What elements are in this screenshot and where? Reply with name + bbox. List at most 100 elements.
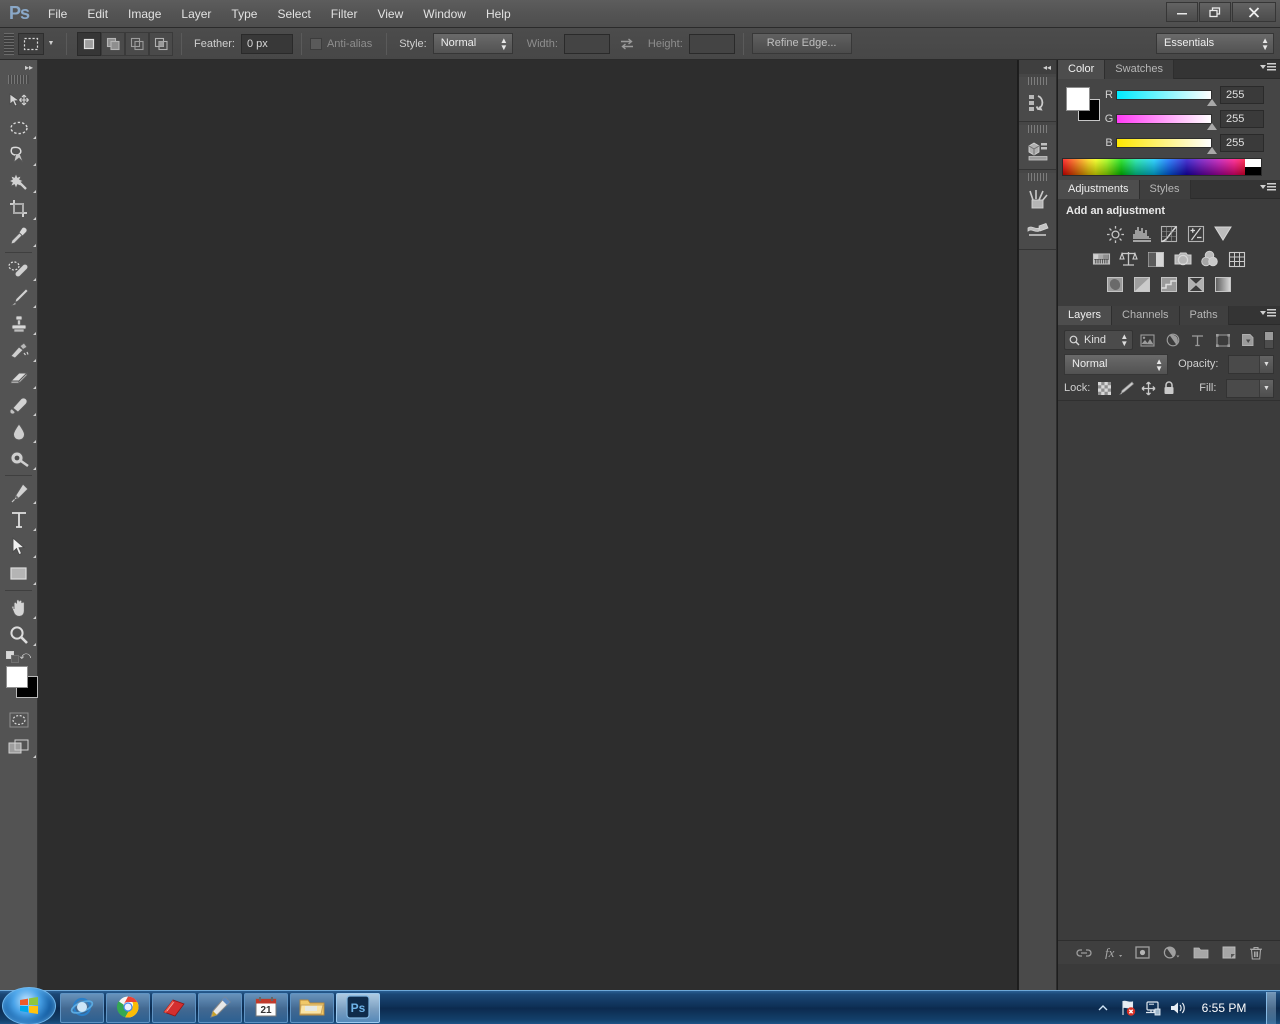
threshold-icon[interactable] (1157, 273, 1181, 295)
path-selection-tool[interactable] (0, 533, 38, 560)
taskbar-clock[interactable]: 6:55 PM (1195, 1001, 1253, 1015)
green-channel-slider[interactable] (1116, 114, 1217, 130)
tools-collapse-button[interactable]: ▸▸ (0, 60, 37, 74)
delete-layer-icon[interactable] (1249, 946, 1263, 960)
dock-grip-1[interactable] (1028, 77, 1047, 85)
tab-paths[interactable]: Paths (1179, 306, 1229, 325)
width-input[interactable] (563, 33, 610, 54)
tab-styles[interactable]: Styles (1139, 180, 1191, 199)
history-panel-icon[interactable] (1019, 87, 1057, 119)
filter-shape-layers-icon[interactable] (1212, 330, 1233, 350)
blue-channel-value[interactable]: 255 (1220, 134, 1264, 152)
filter-smart-object-layers-icon[interactable] (1237, 330, 1258, 350)
layers-panel-menu-icon[interactable] (1260, 309, 1276, 317)
link-layers-icon[interactable] (1075, 947, 1092, 959)
menu-edit[interactable]: Edit (77, 0, 118, 28)
menu-file[interactable]: File (38, 0, 77, 28)
menu-help[interactable]: Help (476, 0, 521, 28)
vibrance-icon[interactable] (1211, 223, 1235, 245)
tab-layers[interactable]: Layers (1058, 306, 1113, 325)
gradient-map-icon[interactable] (1211, 273, 1235, 295)
dock-grip-2[interactable] (1028, 125, 1047, 133)
brush-panel-icon[interactable] (1019, 183, 1057, 215)
filter-type-layers-icon[interactable] (1187, 330, 1208, 350)
pen-tool[interactable] (0, 479, 38, 506)
volume-icon[interactable] (1170, 1000, 1186, 1016)
horizontal-type-tool[interactable] (0, 506, 38, 533)
workspace-switcher[interactable]: Essentials ▲ ▼ (1156, 33, 1274, 54)
menu-window[interactable]: Window (413, 0, 476, 28)
tab-color[interactable]: Color (1058, 60, 1106, 79)
green-slider-thumb[interactable] (1207, 123, 1217, 130)
menu-view[interactable]: View (367, 0, 413, 28)
photo-filter-icon[interactable] (1171, 248, 1195, 270)
network-icon[interactable] (1145, 1000, 1161, 1016)
quick-mask-button[interactable] (0, 706, 38, 733)
zoom-tool[interactable] (0, 621, 38, 648)
levels-icon[interactable] (1130, 223, 1154, 245)
tab-swatches[interactable]: Swatches (1105, 60, 1174, 79)
lasso-tool[interactable] (0, 141, 38, 168)
invert-icon[interactable] (1103, 273, 1127, 295)
eraser-tool[interactable] (0, 364, 38, 391)
layer-filter-kind-dropdown[interactable]: Kind ▲ ▼ (1064, 330, 1134, 350)
mini-bridge-panel-icon[interactable] (1019, 135, 1057, 167)
taskbar-google-chrome[interactable] (106, 993, 150, 1023)
menu-layer[interactable]: Layer (171, 0, 221, 28)
eyedropper-tool[interactable] (0, 222, 38, 249)
add-layer-mask-icon[interactable] (1134, 946, 1150, 959)
hand-tool[interactable] (0, 594, 38, 621)
opacity-field[interactable]: ▼ (1228, 354, 1274, 374)
chevron-up-icon[interactable] (1095, 1000, 1111, 1016)
tab-adjustments[interactable]: Adjustments (1058, 180, 1140, 199)
green-channel-value[interactable]: 255 (1220, 110, 1264, 128)
new-selection-button[interactable] (77, 31, 101, 56)
taskbar-windows-explorer[interactable] (290, 993, 334, 1023)
swap-arrows-icon[interactable] (619, 37, 635, 50)
opacity-dropdown-arrow-icon[interactable]: ▼ (1259, 355, 1273, 373)
new-fill-adjustment-layer-icon[interactable] (1163, 946, 1180, 959)
refine-edge-button[interactable]: Refine Edge... (751, 33, 852, 54)
taskbar-paint-app[interactable] (198, 993, 242, 1023)
tab-channels[interactable]: Channels (1112, 306, 1180, 325)
anti-alias-checkbox[interactable] (309, 37, 322, 50)
lock-all-icon[interactable] (1163, 381, 1175, 395)
adjustments-panel-menu-icon[interactable] (1260, 183, 1276, 191)
exposure-icon[interactable] (1184, 223, 1208, 245)
dodge-tool[interactable] (0, 445, 38, 472)
filter-pixel-layers-icon[interactable] (1137, 330, 1158, 350)
blue-slider-thumb[interactable] (1207, 147, 1217, 154)
blue-channel-slider[interactable] (1116, 138, 1217, 154)
color-balance-icon[interactable] (1117, 248, 1141, 270)
spot-healing-brush-tool[interactable] (0, 256, 38, 283)
dock-grip-3[interactable] (1028, 173, 1047, 181)
black-and-white-icon[interactable] (1144, 248, 1168, 270)
history-brush-tool[interactable] (0, 337, 38, 364)
height-input[interactable] (688, 33, 735, 54)
ramp-black[interactable] (1245, 167, 1261, 175)
layer-style-fx-icon[interactable]: fx (1105, 946, 1122, 959)
quick-selection-tool[interactable] (0, 168, 38, 195)
move-tool[interactable] (0, 87, 38, 114)
filter-adjustment-layers-icon[interactable] (1162, 330, 1183, 350)
new-layer-icon[interactable] (1222, 946, 1236, 959)
curves-icon[interactable] (1157, 223, 1181, 245)
style-dropdown[interactable]: Normal ▲ ▼ (432, 33, 513, 54)
brush-tool[interactable] (0, 283, 38, 310)
red-slider-thumb[interactable] (1207, 99, 1217, 106)
posterize-icon[interactable] (1130, 273, 1154, 295)
color-lookup-icon[interactable] (1225, 248, 1249, 270)
document-workspace-area[interactable] (38, 60, 1018, 990)
menu-filter[interactable]: Filter (321, 0, 368, 28)
color-panel-menu-icon[interactable] (1260, 63, 1276, 71)
lock-position-icon[interactable] (1141, 381, 1156, 396)
screen-mode-button[interactable] (0, 733, 38, 760)
red-channel-slider[interactable] (1116, 90, 1217, 106)
start-orb[interactable] (2, 987, 56, 1024)
taskbar-photoshop[interactable]: Ps (336, 993, 380, 1023)
options-bar-grip[interactable] (4, 32, 14, 55)
tools-grip[interactable] (8, 75, 29, 84)
red-channel-value[interactable]: 255 (1220, 86, 1264, 104)
blur-tool[interactable] (0, 418, 38, 445)
current-tool-preview[interactable] (18, 32, 44, 55)
